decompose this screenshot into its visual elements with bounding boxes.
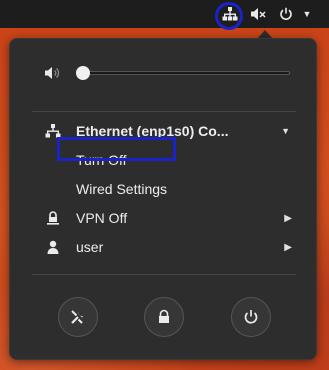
chevron-right-icon: ▶ — [284, 241, 292, 253]
user-label: user — [76, 239, 104, 255]
volume-slider-handle[interactable] — [76, 66, 90, 80]
power-off-button[interactable] — [231, 297, 271, 337]
vpn-row[interactable]: VPN Off ▶ — [10, 204, 318, 232]
lock-icon — [159, 309, 169, 323]
top-bar: ▼ — [0, 0, 329, 28]
lock-button[interactable] — [144, 297, 184, 337]
settings-tools-icon — [71, 310, 84, 324]
sound-indicator[interactable] — [248, 0, 270, 28]
power-icon — [244, 310, 258, 324]
user-icon — [44, 238, 62, 256]
network-indicator-highlight — [215, 2, 243, 30]
volume-slider-track[interactable] — [82, 71, 290, 75]
audio-muted-icon — [251, 8, 266, 20]
wired-settings-highlight — [57, 137, 176, 161]
system-menu-caret[interactable]: ▼ — [300, 0, 314, 28]
separator — [32, 111, 296, 112]
power-indicator[interactable] — [276, 0, 296, 28]
speaker-icon — [44, 64, 62, 82]
vpn-lock-icon — [44, 209, 62, 227]
power-icon — [280, 7, 292, 20]
system-menu: Ethernet (enp1s0) Co... ▼ Turn Off Wired… — [9, 38, 317, 360]
separator — [32, 274, 296, 275]
vpn-label: VPN Off — [76, 210, 128, 226]
chevron-right-icon: ▶ — [284, 212, 292, 224]
settings-button[interactable] — [58, 297, 98, 337]
user-row[interactable]: user ▶ — [10, 233, 318, 261]
chevron-down-icon: ▼ — [281, 126, 290, 136]
wired-settings-item[interactable]: Wired Settings — [10, 175, 318, 203]
wired-settings-label: Wired Settings — [76, 181, 168, 197]
